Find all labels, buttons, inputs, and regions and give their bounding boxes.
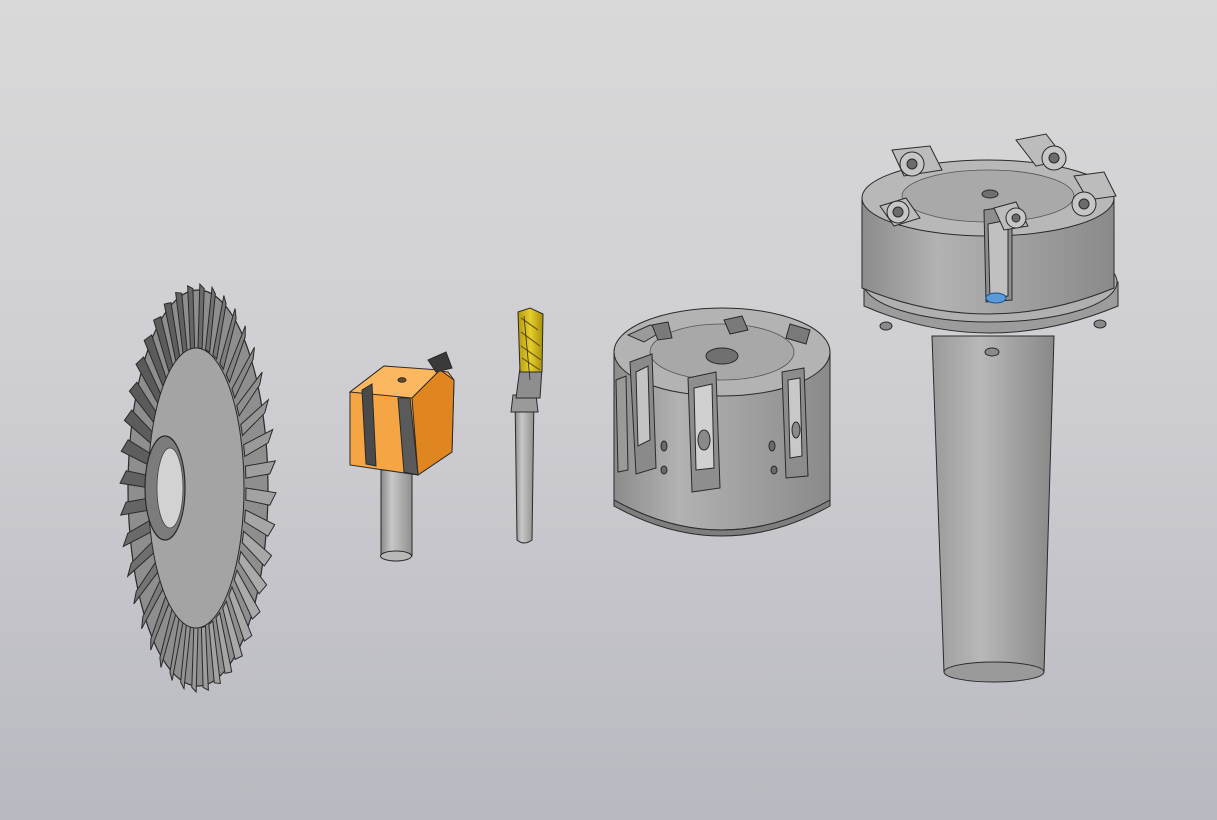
blue-screw xyxy=(985,292,1007,304)
model-scene xyxy=(119,133,1119,694)
taper-shank xyxy=(931,335,1055,681)
router-bit-shank xyxy=(380,469,413,562)
taper-shank-tool-holder[interactable] xyxy=(861,133,1119,683)
end-mill[interactable] xyxy=(510,307,544,544)
router-bit[interactable] xyxy=(348,351,455,562)
end-mill-shank xyxy=(514,394,535,544)
disc-milling-cutter[interactable] xyxy=(119,282,277,694)
center-bore xyxy=(705,347,739,365)
face-milling-cutter[interactable] xyxy=(613,307,831,537)
end-mill-flutes xyxy=(517,307,544,373)
3d-viewport[interactable] xyxy=(0,0,1217,820)
